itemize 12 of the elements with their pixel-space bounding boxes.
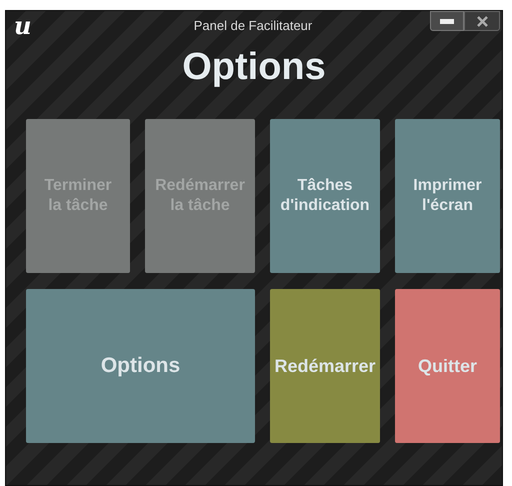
tile-button[interactable]: Tâches d'indication [270, 119, 380, 273]
minimize-icon [440, 18, 454, 24]
heading: Options [182, 48, 326, 86]
tile-button[interactable]: Options [26, 289, 255, 443]
tile-button[interactable]: Imprimer l'écran [395, 119, 500, 273]
tile-button[interactable]: Quitter [395, 289, 500, 443]
close-button[interactable] [464, 11, 500, 31]
close-icon [476, 16, 488, 26]
window-title: Panel de Facilitateur [194, 17, 312, 36]
logo: u [14, 14, 32, 38]
minimize-button[interactable] [430, 11, 464, 31]
tile-button[interactable]: Redémarrer [270, 289, 380, 443]
